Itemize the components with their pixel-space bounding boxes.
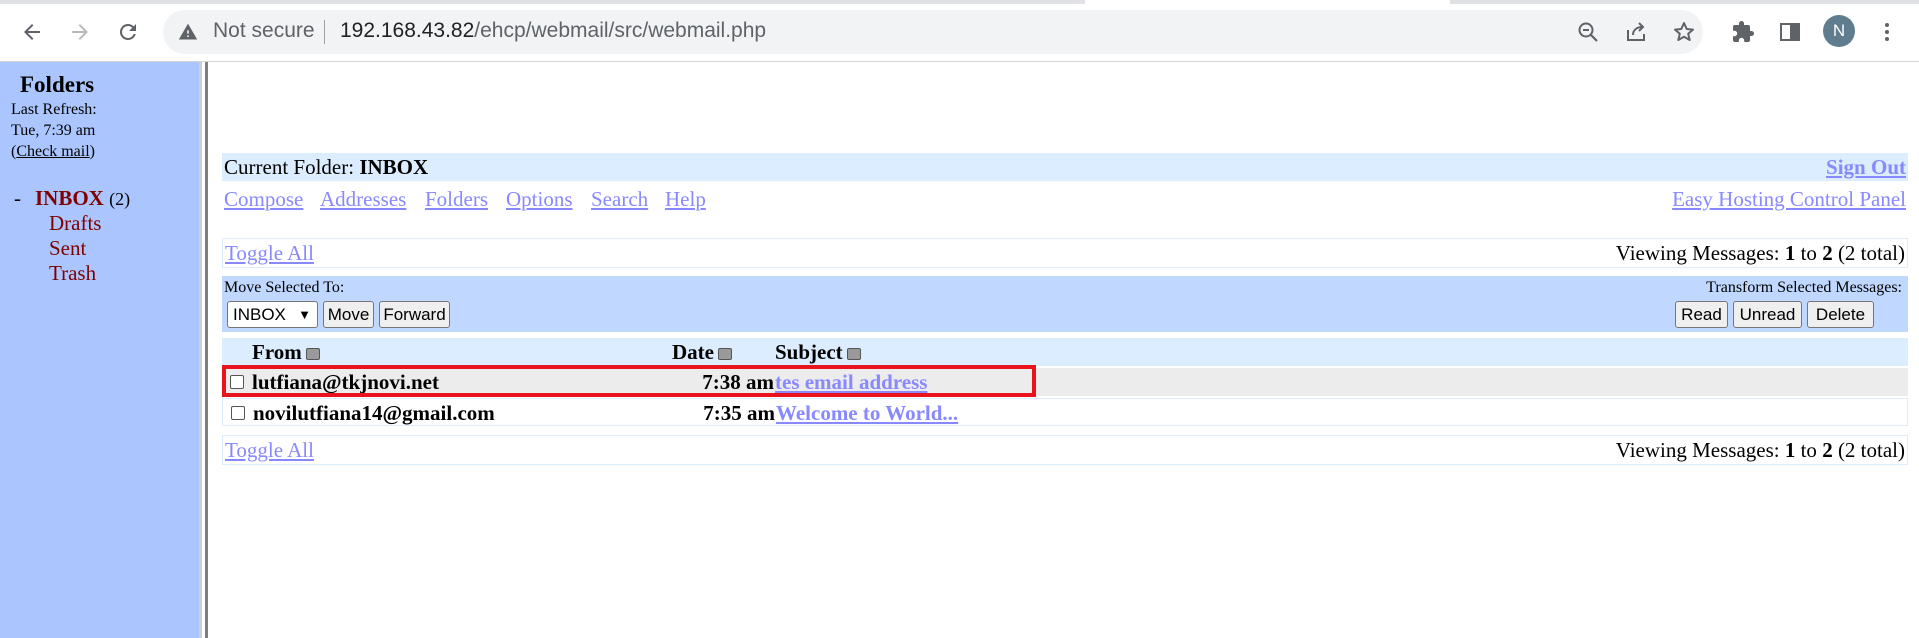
inbox-label[interactable]: INBOX: [35, 186, 104, 210]
paren-close: ): [89, 143, 95, 160]
folders-pane: Folders Last Refresh: Tue, 7:39 am (Chec…: [0, 62, 208, 638]
viewing-to-word: to: [1795, 241, 1823, 265]
viewing-to-word: to: [1795, 438, 1823, 462]
forward-icon[interactable]: [62, 14, 98, 50]
current-folder-name: INBOX: [359, 155, 429, 179]
move-button[interactable]: Move: [323, 301, 374, 328]
tab-strip: [0, 0, 1919, 4]
menu-addresses[interactable]: Addresses: [320, 187, 406, 212]
sort-icon[interactable]: [717, 348, 732, 361]
menu-folders[interactable]: Folders: [425, 187, 488, 212]
check-mail-link[interactable]: Check mail: [16, 143, 89, 160]
reload-icon[interactable]: [110, 14, 146, 50]
delete-button[interactable]: Delete: [1807, 301, 1874, 328]
unread-button[interactable]: Unread: [1733, 301, 1802, 328]
security-label[interactable]: Not secure: [213, 19, 315, 43]
move-folder-select[interactable]: INBOX ▼: [227, 301, 318, 328]
transform-label: Transform Selected Messages:: [1706, 279, 1902, 296]
move-folder-value: INBOX: [233, 305, 286, 324]
back-icon[interactable]: [14, 14, 50, 50]
viewing-prefix: Viewing Messages:: [1615, 241, 1785, 265]
sort-icon[interactable]: [305, 348, 320, 361]
sidebar-item-sent[interactable]: Sent: [49, 236, 86, 261]
url-host: 192.168.43.82: [340, 19, 475, 42]
move-selected-label: Move Selected To:: [224, 279, 345, 296]
column-date[interactable]: Date: [672, 340, 732, 365]
column-subject-label: Subject: [775, 340, 843, 364]
menu-help[interactable]: Help: [665, 187, 706, 212]
viewing-to: 2: [1822, 438, 1833, 462]
toggle-all-link[interactable]: Toggle All: [225, 241, 314, 266]
url-path: /ehcp/webmail/src/webmail.php: [474, 19, 767, 42]
actions-bar: Move Selected To: Transform Selected Mes…: [222, 276, 1908, 332]
row-from: novilutfiana14@gmail.com: [253, 401, 495, 425]
ehcp-link[interactable]: Easy Hosting Control Panel: [1672, 187, 1906, 212]
viewing-total: (2 total): [1832, 241, 1905, 265]
viewing-messages: Viewing Messages: 1 to 2 (2 total): [1616, 241, 1905, 266]
frame-divider[interactable]: [205, 62, 208, 638]
last-refresh-time: Tue, 7:39 am: [11, 122, 96, 139]
viewing-from: 1: [1784, 438, 1796, 462]
column-from[interactable]: From: [252, 340, 320, 365]
inbox-unread-count: (2): [109, 189, 131, 209]
menu-compose[interactable]: Compose: [224, 187, 303, 212]
viewing-to: 2: [1822, 241, 1833, 265]
sort-icon[interactable]: [846, 348, 861, 361]
column-from-label: From: [252, 340, 302, 364]
viewing-total: (2 total): [1832, 438, 1905, 462]
extensions-icon[interactable]: [1729, 18, 1757, 46]
message-list-frame: Current Folder: INBOX Sign Out Compose A…: [222, 62, 1910, 638]
forward-button[interactable]: Forward: [379, 301, 450, 328]
current-folder-label: Current Folder:: [224, 155, 355, 179]
row-subject-link[interactable]: Welcome to World...: [776, 401, 958, 426]
browser-toolbar: Not secure 192.168.43.82/ehcp/webmail/sr…: [0, 0, 1919, 62]
share-icon[interactable]: [1622, 18, 1650, 46]
chevron-down-icon: ▼: [298, 307, 311, 322]
table-row[interactable]: novilutfiana14@gmail.com 7:35 am Welcome…: [222, 398, 1908, 426]
sidebar-item-inbox[interactable]: - INBOX (2): [14, 186, 130, 211]
current-folder-bar: Current Folder: INBOX Sign Out: [222, 153, 1908, 181]
read-button[interactable]: Read: [1675, 301, 1728, 328]
warning-icon[interactable]: [176, 20, 200, 44]
inbox-dash: -: [14, 186, 21, 210]
viewing-messages: Viewing Messages: 1 to 2 (2 total): [1616, 438, 1905, 463]
row-date: 7:35 am: [703, 401, 775, 425]
last-refresh-label: Last Refresh:: [11, 101, 97, 118]
toggle-all-link[interactable]: Toggle All: [225, 438, 314, 463]
zoom-out-icon[interactable]: [1574, 18, 1602, 46]
viewing-from: 1: [1784, 241, 1796, 265]
check-mail: (Check mail): [11, 143, 95, 161]
row-checkbox[interactable]: [231, 406, 245, 420]
menu-dots-icon[interactable]: [1873, 18, 1901, 46]
star-icon[interactable]: [1670, 18, 1698, 46]
menu-search[interactable]: Search: [591, 187, 648, 212]
column-date-label: Date: [672, 340, 714, 364]
table-header: From Date Subject: [222, 338, 1908, 366]
folders-title: Folders: [20, 72, 95, 97]
main-menu: Compose Addresses Folders Options Search…: [222, 185, 1908, 215]
list-bottom-bar: Toggle All Viewing Messages: 1 to 2 (2 t…: [222, 435, 1908, 465]
viewing-prefix: Viewing Messages:: [1615, 438, 1785, 462]
sidebar-item-trash[interactable]: Trash: [49, 261, 96, 286]
highlight-annotation: [222, 365, 1036, 397]
profile-avatar[interactable]: N: [1823, 15, 1855, 47]
sign-out-link[interactable]: Sign Out: [1826, 155, 1906, 180]
column-subject[interactable]: Subject: [775, 340, 861, 365]
divider: [324, 20, 325, 44]
menu-options[interactable]: Options: [506, 187, 573, 212]
side-panel-icon[interactable]: [1776, 18, 1804, 46]
url-text[interactable]: 192.168.43.82/ehcp/webmail/src/webmail.p…: [340, 19, 766, 43]
list-top-bar: Toggle All Viewing Messages: 1 to 2 (2 t…: [222, 238, 1908, 268]
sidebar-item-drafts[interactable]: Drafts: [49, 211, 101, 236]
current-folder: Current Folder: INBOX: [224, 155, 428, 180]
